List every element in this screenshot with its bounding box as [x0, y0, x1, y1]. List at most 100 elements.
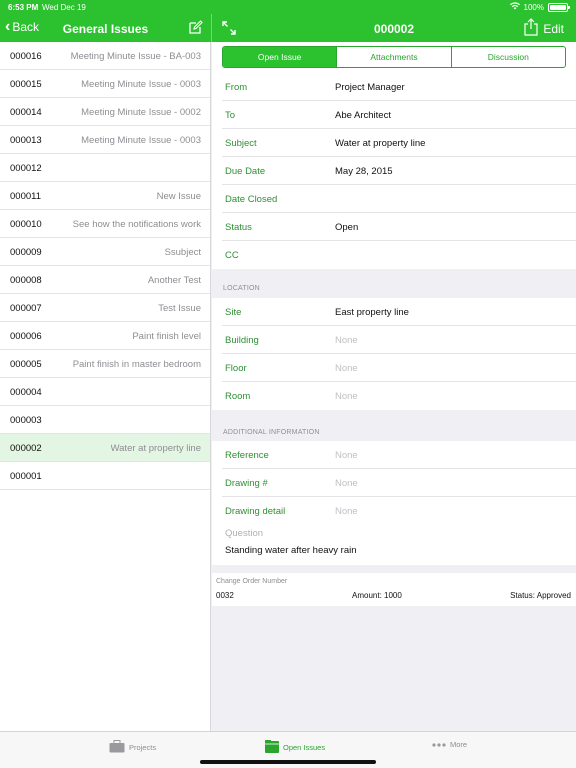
issue-row[interactable]: 000007 Test Issue	[0, 294, 210, 322]
tab-open-issues[interactable]: Open Issues	[265, 740, 325, 755]
status-date: Wed Dec 19	[42, 3, 86, 12]
field-label: To	[225, 110, 236, 121]
issue-row[interactable]: 000004	[0, 378, 210, 406]
issue-number: 000013	[10, 135, 42, 146]
additional-info-header: ADDITIONAL INFORMATION	[223, 429, 320, 436]
field-label: Date Closed	[225, 194, 278, 205]
field-value: None	[335, 506, 358, 517]
field-label: Drawing #	[225, 478, 268, 489]
field-row[interactable]: Subject Water at property line	[222, 129, 576, 157]
issue-number: 000015	[10, 79, 42, 90]
issue-number: 000002	[10, 443, 42, 454]
issue-row[interactable]: 000006 Paint finish level	[0, 322, 210, 350]
issue-row[interactable]: 000003	[0, 406, 210, 434]
issue-row[interactable]: 000002 Water at property line	[0, 434, 210, 462]
issue-title: Another Test	[147, 275, 201, 286]
issue-row[interactable]: 000015 Meeting Minute Issue - 0003	[0, 70, 210, 98]
back-button[interactable]: ‹ Back	[5, 18, 40, 35]
field-row[interactable]: From Project Manager	[222, 73, 576, 101]
field-row[interactable]: Floor None	[222, 354, 576, 382]
field-row[interactable]: Drawing # None	[222, 469, 576, 497]
battery-icon	[548, 2, 570, 12]
issue-number: 000003	[10, 415, 42, 426]
issue-number: 000006	[10, 331, 42, 342]
question-value: Standing water after heavy rain	[225, 545, 357, 556]
issue-number: 000012	[10, 163, 42, 174]
segment-open-issue[interactable]: Open Issue	[223, 47, 337, 67]
tab-more[interactable]: More	[432, 740, 467, 749]
field-row[interactable]: Date Closed	[222, 185, 576, 213]
field-value: Open	[335, 222, 359, 233]
field-row[interactable]: Room None	[222, 382, 576, 410]
field-label: Building	[225, 335, 259, 346]
issue-row[interactable]: 000001	[0, 462, 210, 490]
navigation-bar: 6:53 PM Wed Dec 19 100% General Issues ‹…	[0, 0, 576, 42]
field-value: None	[335, 363, 358, 374]
field-row[interactable]: CC	[222, 241, 576, 269]
field-row[interactable]: To Abe Architect	[222, 101, 576, 129]
issue-number: 000014	[10, 107, 42, 118]
issue-title: Test Issue	[158, 303, 201, 314]
field-label: Drawing detail	[225, 506, 286, 517]
segment-discussion[interactable]: Discussion	[450, 47, 565, 67]
segmented-control: Open Issue Attachments Discussion	[222, 46, 566, 68]
issue-title: Meeting Minute Issue - 0002	[81, 107, 201, 118]
issue-title: Meeting Minute Issue - 0003	[81, 135, 201, 146]
edit-button[interactable]: Edit	[543, 22, 564, 36]
field-label: Reference	[225, 450, 269, 461]
field-value: Abe Architect	[335, 110, 391, 121]
issue-title: New Issue	[156, 191, 201, 202]
tab-projects[interactable]: Projects	[109, 740, 156, 755]
additional-group: Reference None Drawing # None Drawing detail…	[212, 441, 576, 565]
field-value: None	[335, 391, 358, 402]
chevron-left-icon: ‹	[5, 18, 11, 35]
issue-number: 000005	[10, 359, 42, 370]
issue-row[interactable]: 000016 Meeting Minute Issue - BA-003	[0, 42, 210, 70]
issue-number: 000008	[10, 275, 42, 286]
field-value: None	[335, 478, 358, 489]
field-row[interactable]: Status Open	[222, 213, 576, 241]
issue-row[interactable]: 000005 Paint finish in master bedroom	[0, 350, 210, 378]
field-value: Water at property line	[335, 138, 426, 149]
tab-open-issues-label: Open Issues	[283, 743, 326, 752]
issue-row[interactable]: 000011 New Issue	[0, 182, 210, 210]
folder-icon	[265, 740, 279, 755]
field-row[interactable]: Site East property line	[222, 298, 576, 326]
issue-number: 000011	[10, 191, 41, 202]
wifi-icon	[509, 2, 520, 12]
change-order-amount: Amount: 1000	[352, 591, 402, 600]
home-indicator	[200, 760, 376, 764]
issue-row[interactable]: 000014 Meeting Minute Issue - 0002	[0, 98, 210, 126]
field-label: Site	[225, 307, 242, 318]
field-label: CC	[225, 250, 239, 261]
field-row[interactable]: Reference None	[222, 441, 576, 469]
issue-row[interactable]: 000009 Ssubject	[0, 238, 210, 266]
tab-more-label: More	[450, 740, 468, 749]
field-row[interactable]: Drawing detail None	[222, 497, 576, 525]
question-label: Question	[225, 528, 264, 539]
issue-title: See how the notifications work	[72, 219, 201, 230]
issue-row[interactable]: 000013 Meeting Minute Issue - 0003	[0, 126, 210, 154]
location-group: Site East property line Building None Floor N…	[212, 298, 576, 410]
share-icon[interactable]	[524, 18, 538, 36]
battery-percent: 100%	[523, 2, 544, 12]
issue-row[interactable]: 000010 See how the notifications work	[0, 210, 210, 238]
field-label: From	[225, 82, 248, 93]
field-row[interactable]: Due Date May 28, 2015	[222, 157, 576, 185]
field-value: None	[335, 450, 358, 461]
briefcase-icon	[109, 740, 125, 755]
issue-number: 000007	[10, 303, 42, 314]
issue-number: 000016	[10, 51, 42, 62]
compose-icon[interactable]	[189, 20, 203, 34]
issue-title: Paint finish in master bedroom	[72, 359, 201, 370]
location-header: LOCATION	[223, 285, 260, 292]
segment-attachments[interactable]: Attachments	[336, 47, 450, 67]
status-time: 6:53 PM	[8, 3, 39, 12]
field-row[interactable]: Building None	[222, 326, 576, 354]
back-label: Back	[12, 20, 40, 34]
issue-number: 000010	[10, 219, 42, 230]
issue-row[interactable]: 000008 Another Test	[0, 266, 210, 294]
field-label: Floor	[225, 363, 247, 374]
field-value: Project Manager	[335, 82, 405, 93]
issue-row[interactable]: 000012	[0, 154, 210, 182]
